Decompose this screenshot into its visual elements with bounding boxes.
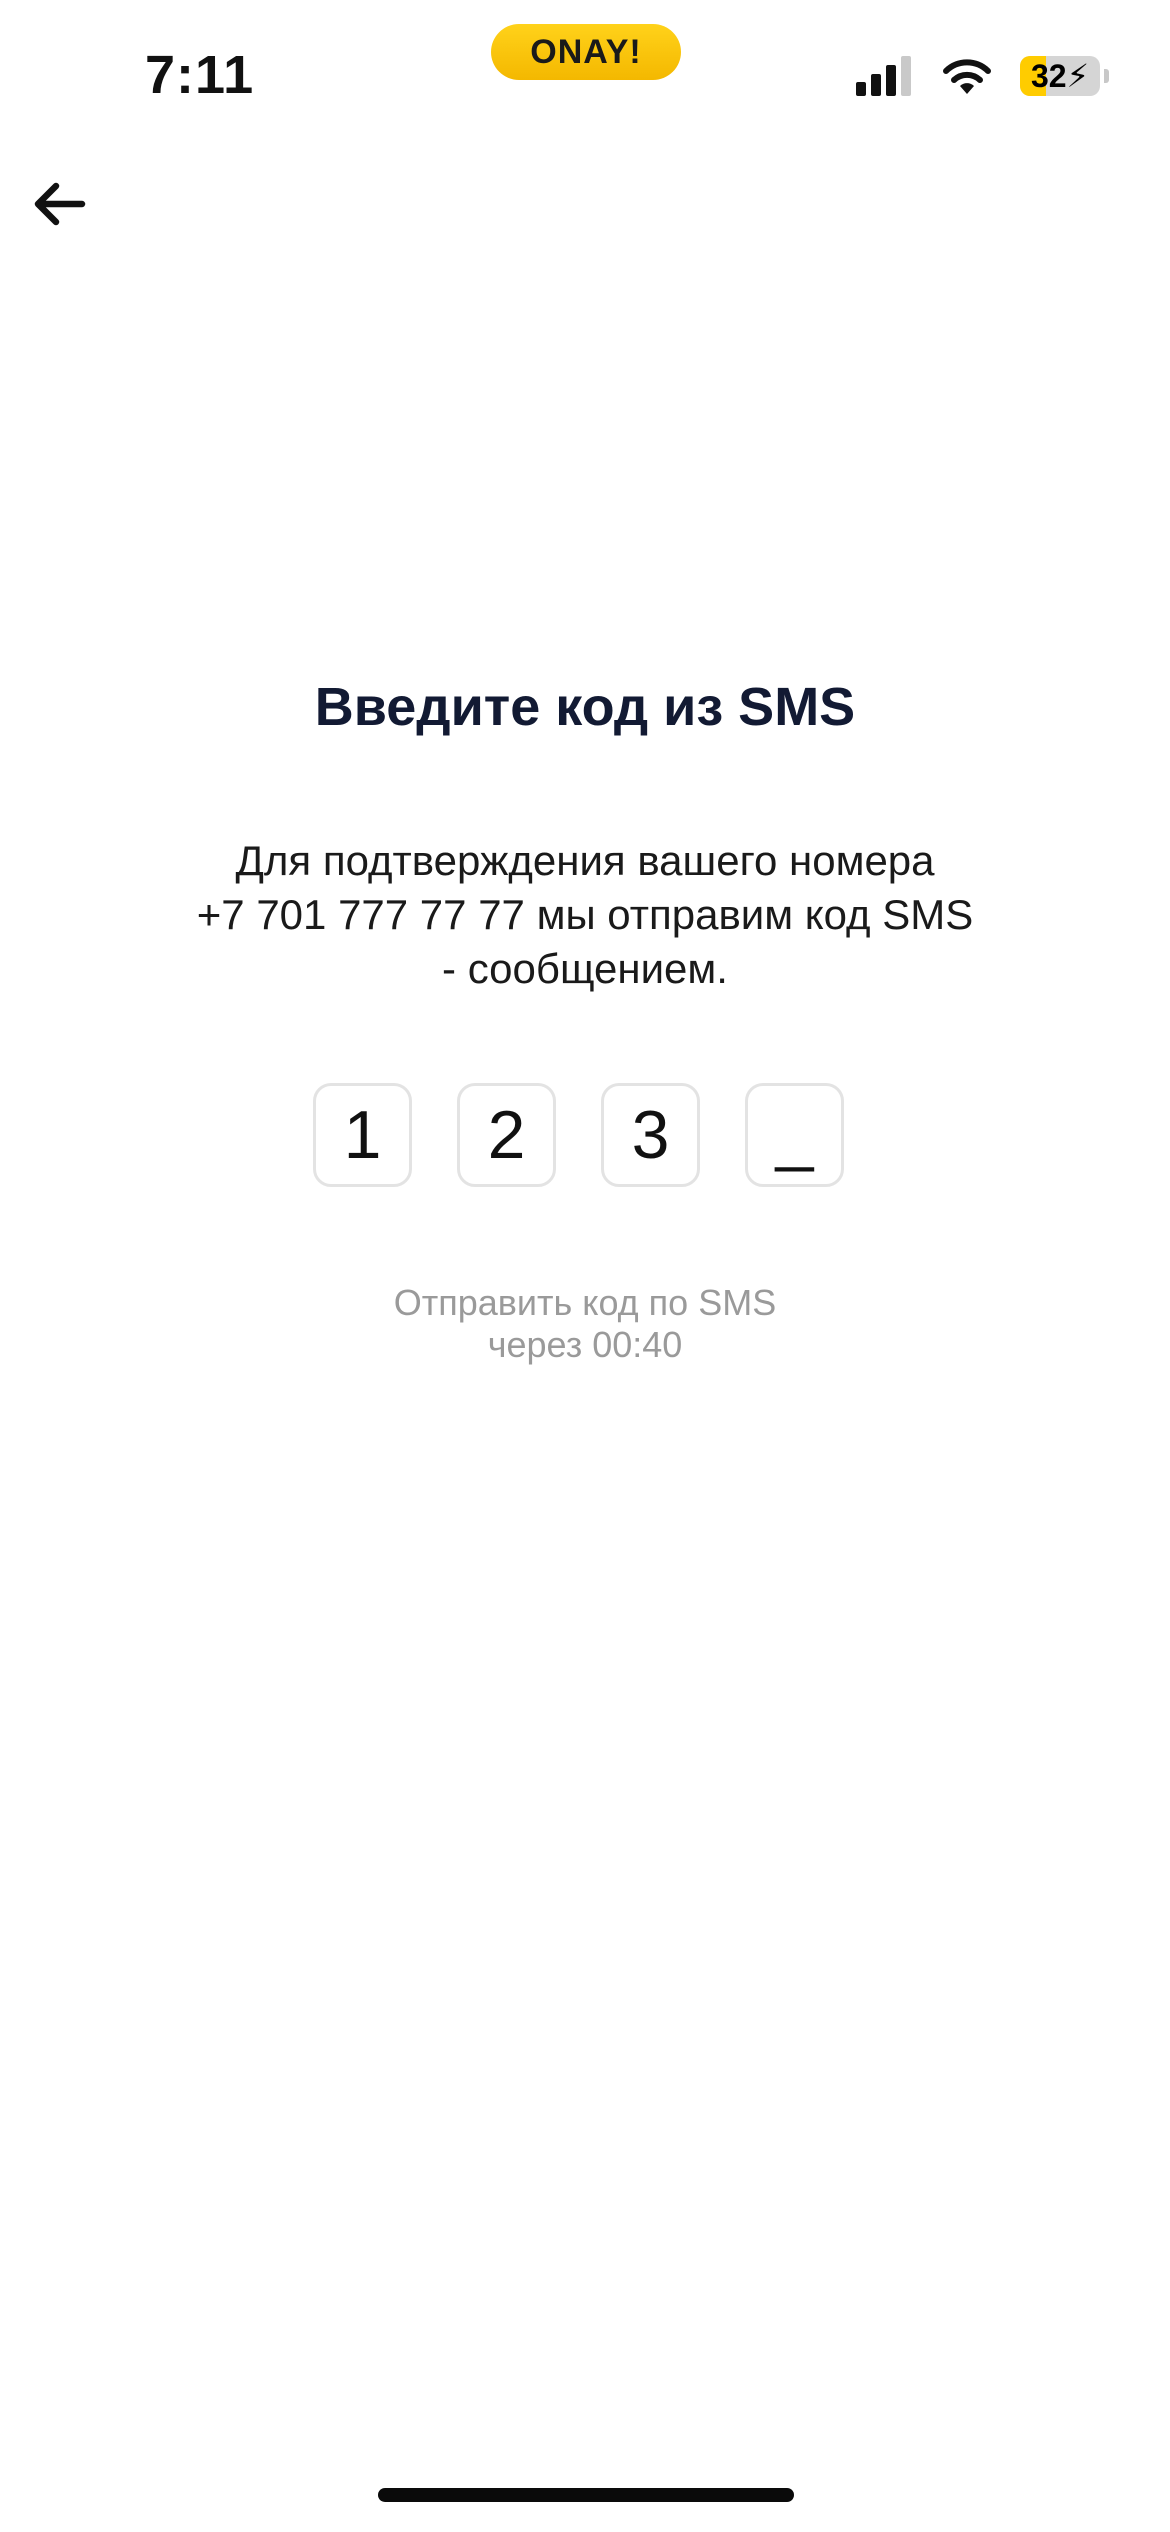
brand-pill[interactable]: ONAY! xyxy=(491,24,681,80)
sms-code-input[interactable]: 1 2 3 _ xyxy=(313,1083,844,1187)
battery-cap xyxy=(1104,69,1109,83)
status-indicators: 32⚡ xyxy=(856,56,1109,96)
code-digit-box-3[interactable]: 3 xyxy=(601,1083,700,1187)
status-time: 7:11 xyxy=(145,45,255,105)
brand-label: ONAY! xyxy=(530,32,642,71)
lightning-icon: ⚡ xyxy=(1066,58,1090,94)
description-line: Для подтверждения вашего номера xyxy=(235,837,935,884)
back-button[interactable] xyxy=(28,172,92,236)
description-text: Для подтверждения вашего номера +7 701 7… xyxy=(135,834,1035,996)
home-indicator[interactable] xyxy=(378,2488,794,2502)
battery-indicator: 32⚡ xyxy=(1020,56,1100,96)
arrow-left-icon xyxy=(34,182,86,226)
code-digit-box-1[interactable]: 1 xyxy=(313,1083,412,1187)
code-digit-box-2[interactable]: 2 xyxy=(457,1083,556,1187)
code-digit-box-4[interactable]: _ xyxy=(745,1083,844,1187)
cellular-signal-icon xyxy=(856,56,911,96)
resend-code-timer: Отправить код по SMS через 00:40 xyxy=(0,1282,1170,1366)
description-line: - сообщением. xyxy=(442,945,728,992)
sms-verification-screen: 7:11 ONAY! 32⚡ Введите код из SMS Для по… xyxy=(0,0,1170,2532)
battery-label: 32⚡ xyxy=(1030,58,1090,94)
page-title: Введите код из SMS xyxy=(314,677,856,737)
wifi-icon xyxy=(943,59,991,94)
resend-countdown: через 00:40 xyxy=(487,1324,683,1365)
description-line: +7 701 777 77 77 мы отправим код SMS xyxy=(196,891,974,938)
resend-label: Отправить код по SMS xyxy=(393,1282,777,1323)
